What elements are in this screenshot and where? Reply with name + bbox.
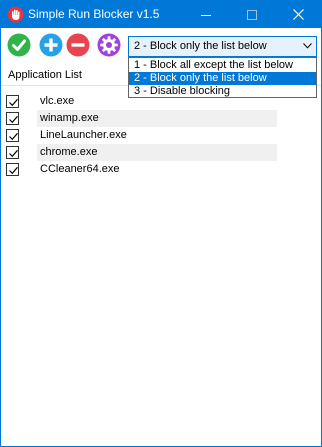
gear-icon (97, 33, 121, 57)
dropdown-option[interactable]: 1 - Block all except the list below (129, 59, 316, 72)
item-checkbox[interactable] (6, 112, 19, 125)
item-checkbox[interactable] (6, 163, 19, 176)
title-bar[interactable]: Simple Run Blocker v1.5 (1, 1, 321, 28)
list-header-label: Application List (8, 69, 82, 81)
blocking-mode-select[interactable]: 2 - Block only the list below (128, 36, 317, 57)
minimize-icon (201, 14, 211, 16)
item-name: vlc.exe (40, 95, 75, 107)
mode-dropdown-list: 1 - Block all except the list below 2 - … (128, 57, 317, 98)
remove-button[interactable] (66, 33, 90, 57)
plus-icon (39, 33, 63, 57)
item-name: winamp.exe (40, 112, 99, 124)
select-value: 2 - Block only the list below (134, 40, 267, 52)
minimize-button[interactable] (183, 1, 229, 28)
minus-icon (66, 33, 90, 57)
list-item[interactable]: chrome.exe (1, 144, 321, 161)
maximize-icon (247, 9, 257, 20)
add-button[interactable] (39, 33, 63, 57)
item-checkbox[interactable] (6, 95, 19, 108)
app-window: Simple Run Blocker v1.5 2 - Block only t… (0, 0, 322, 447)
chevron-down-icon (303, 43, 312, 49)
item-name: LineLauncher.exe (40, 129, 127, 141)
app-hand-icon (7, 6, 24, 23)
checkmark-icon (9, 149, 18, 158)
item-checkbox[interactable] (6, 129, 19, 142)
close-button[interactable] (275, 1, 321, 28)
item-checkbox[interactable] (6, 146, 19, 159)
dropdown-option-selected[interactable]: 2 - Block only the list below (129, 72, 316, 85)
maximize-button[interactable] (229, 1, 275, 28)
checkmark-icon (9, 132, 18, 141)
item-name: CCleaner64.exe (40, 163, 120, 175)
checkmark-icon (9, 166, 18, 175)
checkmark-icon (7, 33, 31, 57)
close-icon (292, 9, 304, 20)
checkmark-icon (9, 115, 18, 124)
settings-button[interactable] (97, 33, 121, 57)
checkmark-icon (9, 98, 18, 107)
list-item[interactable]: CCleaner64.exe (1, 161, 321, 178)
dropdown-option[interactable]: 3 - Disable blocking (129, 85, 316, 98)
item-name: chrome.exe (40, 146, 98, 158)
list-item[interactable]: LineLauncher.exe (1, 127, 321, 144)
list-item[interactable]: winamp.exe (1, 110, 321, 127)
apply-button[interactable] (7, 33, 31, 57)
window-title: Simple Run Blocker v1.5 (28, 7, 160, 21)
